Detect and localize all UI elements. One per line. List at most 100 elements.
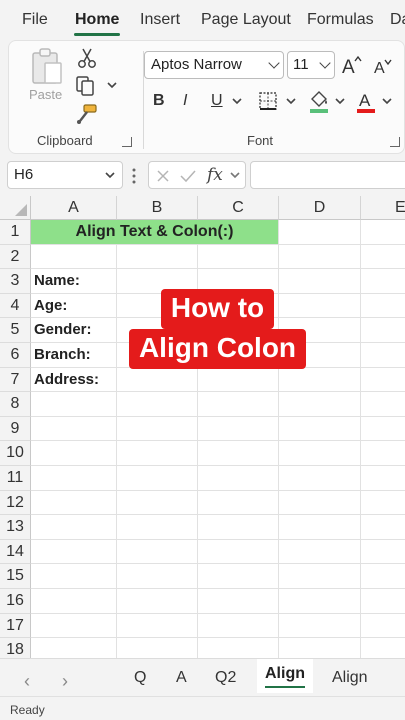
cell-b11[interactable]	[117, 466, 198, 491]
cell-e8[interactable]	[361, 392, 405, 417]
shrink-font-icon[interactable]: A	[372, 56, 394, 76]
cell-b10[interactable]	[117, 441, 198, 466]
borders-dropdown-chevron-icon[interactable]	[285, 97, 297, 107]
copy-dropdown-chevron-icon[interactable]	[106, 81, 118, 91]
cell-c16[interactable]	[198, 589, 279, 614]
cell-d10[interactable]	[279, 441, 361, 466]
cell-e7[interactable]	[361, 368, 405, 393]
row-header-2[interactable]: 2	[0, 244, 31, 270]
insert-function-icon[interactable]: fx	[207, 165, 223, 185]
font-name-dropdown[interactable]: Aptos Narrow	[144, 51, 284, 79]
name-box-chevron-icon[interactable]	[104, 171, 116, 181]
select-all-corner[interactable]	[0, 196, 31, 220]
cell-c14[interactable]	[198, 539, 279, 565]
menu-file[interactable]: File	[22, 11, 48, 29]
row-header-7[interactable]: 7	[0, 367, 31, 393]
more-options-icon[interactable]	[131, 167, 137, 185]
column-header-d[interactable]: D	[279, 196, 361, 220]
cell-c12[interactable]	[198, 490, 279, 516]
cell-e5[interactable]	[361, 318, 405, 343]
cell-b14[interactable]	[117, 539, 198, 565]
cell-a13[interactable]	[31, 515, 117, 540]
cell-d2[interactable]	[279, 244, 361, 270]
cell-b16[interactable]	[117, 589, 198, 614]
cell-a11[interactable]	[31, 466, 117, 491]
row-header-14[interactable]: 14	[0, 539, 31, 565]
fill-color-icon[interactable]	[307, 88, 331, 114]
previous-sheet-icon[interactable]: ‹	[24, 671, 30, 692]
cell-e12[interactable]	[361, 491, 405, 516]
column-header-c[interactable]: C	[198, 196, 279, 220]
cell-e15[interactable]	[361, 564, 405, 589]
cell-e18[interactable]	[361, 638, 405, 658]
cell-a15[interactable]	[31, 564, 117, 589]
cell-c11[interactable]	[198, 466, 279, 491]
cell-b15[interactable]	[117, 564, 198, 589]
underline-dropdown-chevron-icon[interactable]	[231, 97, 243, 107]
row-header-16[interactable]: 16	[0, 589, 31, 614]
sheet-tab-q2[interactable]: Q2	[215, 669, 236, 687]
sheet-tab-align-active[interactable]: Align	[257, 659, 313, 693]
cell-d9[interactable]	[279, 416, 361, 442]
cell-b12[interactable]	[117, 490, 198, 516]
row-header-5[interactable]: 5	[0, 318, 31, 343]
cell-a16[interactable]	[31, 589, 117, 614]
row-header-13[interactable]: 13	[0, 515, 31, 540]
menu-formulas[interactable]: Formulas	[307, 11, 374, 29]
row-header-9[interactable]: 9	[0, 416, 31, 442]
cell-d1[interactable]	[279, 220, 361, 245]
borders-icon[interactable]	[258, 91, 278, 111]
cell-a4[interactable]: Age:	[31, 293, 117, 319]
bold-button[interactable]: B	[153, 92, 165, 110]
cell-a2[interactable]	[31, 244, 117, 270]
cell-d8[interactable]	[279, 392, 361, 417]
cell-a17[interactable]	[31, 613, 117, 639]
cell-d15[interactable]	[279, 564, 361, 589]
cell-c17[interactable]	[198, 613, 279, 639]
cell-a6[interactable]: Branch:	[31, 343, 117, 368]
cell-d12[interactable]	[279, 490, 361, 516]
row-header-8[interactable]: 8	[0, 392, 31, 417]
sheet-tab-a[interactable]: A	[176, 669, 187, 687]
cell-e13[interactable]	[361, 515, 405, 540]
cell-c15[interactable]	[198, 564, 279, 589]
fill-color-dropdown-chevron-icon[interactable]	[334, 97, 346, 107]
cell-e1[interactable]	[361, 220, 405, 245]
row-header-11[interactable]: 11	[0, 466, 31, 491]
cell-c18[interactable]	[198, 638, 279, 658]
italic-button[interactable]: I	[183, 92, 187, 110]
cell-e2[interactable]	[361, 245, 405, 270]
cell-a10[interactable]	[31, 441, 117, 466]
column-header-b[interactable]: B	[117, 196, 198, 220]
cell-e6[interactable]	[361, 343, 405, 368]
row-header-15[interactable]: 15	[0, 564, 31, 589]
cut-icon[interactable]	[76, 47, 98, 69]
cell-a3[interactable]: Name:	[31, 269, 117, 294]
cell-e17[interactable]	[361, 614, 405, 639]
menu-data[interactable]: Da	[390, 11, 405, 29]
name-box[interactable]: H6	[7, 161, 123, 189]
row-header-18[interactable]: 18	[0, 638, 31, 658]
cell-e4[interactable]	[361, 294, 405, 319]
cell-a8[interactable]	[31, 392, 117, 417]
cell-a5[interactable]: Gender:	[31, 318, 117, 343]
cell-e16[interactable]	[361, 589, 405, 614]
cell-d13[interactable]	[279, 515, 361, 540]
formula-input[interactable]	[250, 161, 405, 189]
cell-a7[interactable]: Address:	[31, 367, 117, 393]
cell-c2[interactable]	[198, 244, 279, 270]
cell-e9[interactable]	[361, 417, 405, 442]
copy-icon[interactable]	[75, 75, 101, 97]
cell-c8[interactable]	[198, 392, 279, 417]
cell-c13[interactable]	[198, 515, 279, 540]
row-header-3[interactable]: 3	[0, 269, 31, 294]
cell-a1-title[interactable]: Align Text & Colon(:)	[31, 220, 279, 245]
row-header-10[interactable]: 10	[0, 441, 31, 466]
cell-a9[interactable]	[31, 416, 117, 442]
cell-b9[interactable]	[117, 416, 198, 442]
cell-b13[interactable]	[117, 515, 198, 540]
column-header-a[interactable]: A	[31, 196, 117, 220]
paste-label[interactable]: Paste	[29, 87, 62, 102]
menu-page-layout[interactable]: Page Layout	[201, 11, 291, 29]
font-color-icon[interactable]: A	[354, 88, 378, 114]
